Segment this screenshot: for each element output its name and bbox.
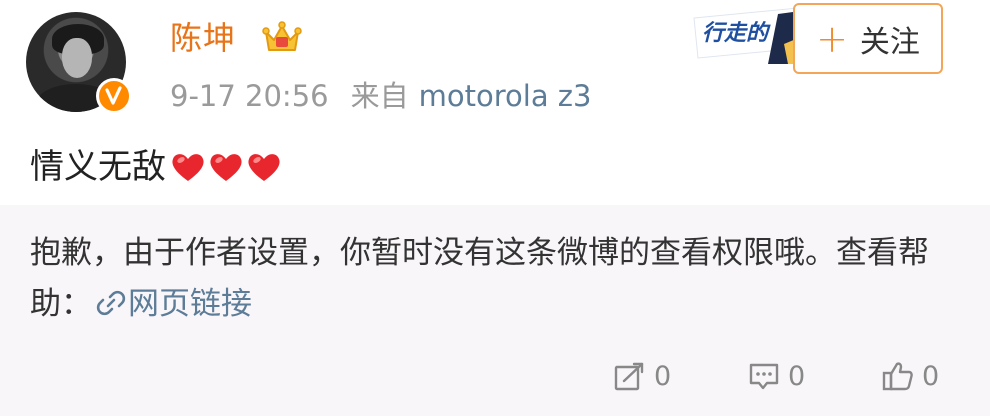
hearts xyxy=(170,151,284,183)
web-link[interactable]: 网页链接 xyxy=(128,286,252,322)
action-bar: 0 0 0 xyxy=(0,356,990,396)
repost-count: 0 xyxy=(654,360,672,392)
permission-notice: 抱歉，由于作者设置，你暂时没有这条微博的查看权限哦。查看帮助： 网页链接 xyxy=(30,228,960,330)
heart-icon xyxy=(248,154,280,181)
post-time: 9-17 20:56 xyxy=(170,79,329,113)
follow-label: 关注 xyxy=(859,24,920,60)
like-button[interactable]: 0 xyxy=(882,356,939,396)
post-content: 情义无敌 xyxy=(30,143,284,191)
source-prefix: 来自 xyxy=(350,79,409,113)
author-name[interactable]: 陈坤 xyxy=(170,16,236,60)
device-link[interactable]: motorola z3 xyxy=(419,79,592,113)
heart-icon xyxy=(172,154,204,181)
link-icon xyxy=(96,290,126,316)
comment-count: 0 xyxy=(788,360,806,392)
comment-icon xyxy=(749,363,779,390)
thumbs-up-icon xyxy=(882,362,913,391)
post-text: 情义无敌 xyxy=(30,147,166,187)
repost-button[interactable]: 0 xyxy=(614,356,671,396)
verified-badge-icon xyxy=(96,78,132,114)
post-meta: 9-17 20:56 来自 motorola z3 xyxy=(170,76,591,116)
sticker-badge: 行走的 xyxy=(693,7,808,64)
crown-icon xyxy=(262,21,302,51)
follow-button[interactable]: + 关注 xyxy=(793,3,943,74)
sticker-text: 行走的 xyxy=(702,20,771,46)
comment-button[interactable]: 0 xyxy=(748,356,805,396)
plus-icon: + xyxy=(816,16,848,61)
like-count: 0 xyxy=(922,360,940,392)
heart-icon xyxy=(210,154,242,181)
repost-icon xyxy=(614,362,644,391)
